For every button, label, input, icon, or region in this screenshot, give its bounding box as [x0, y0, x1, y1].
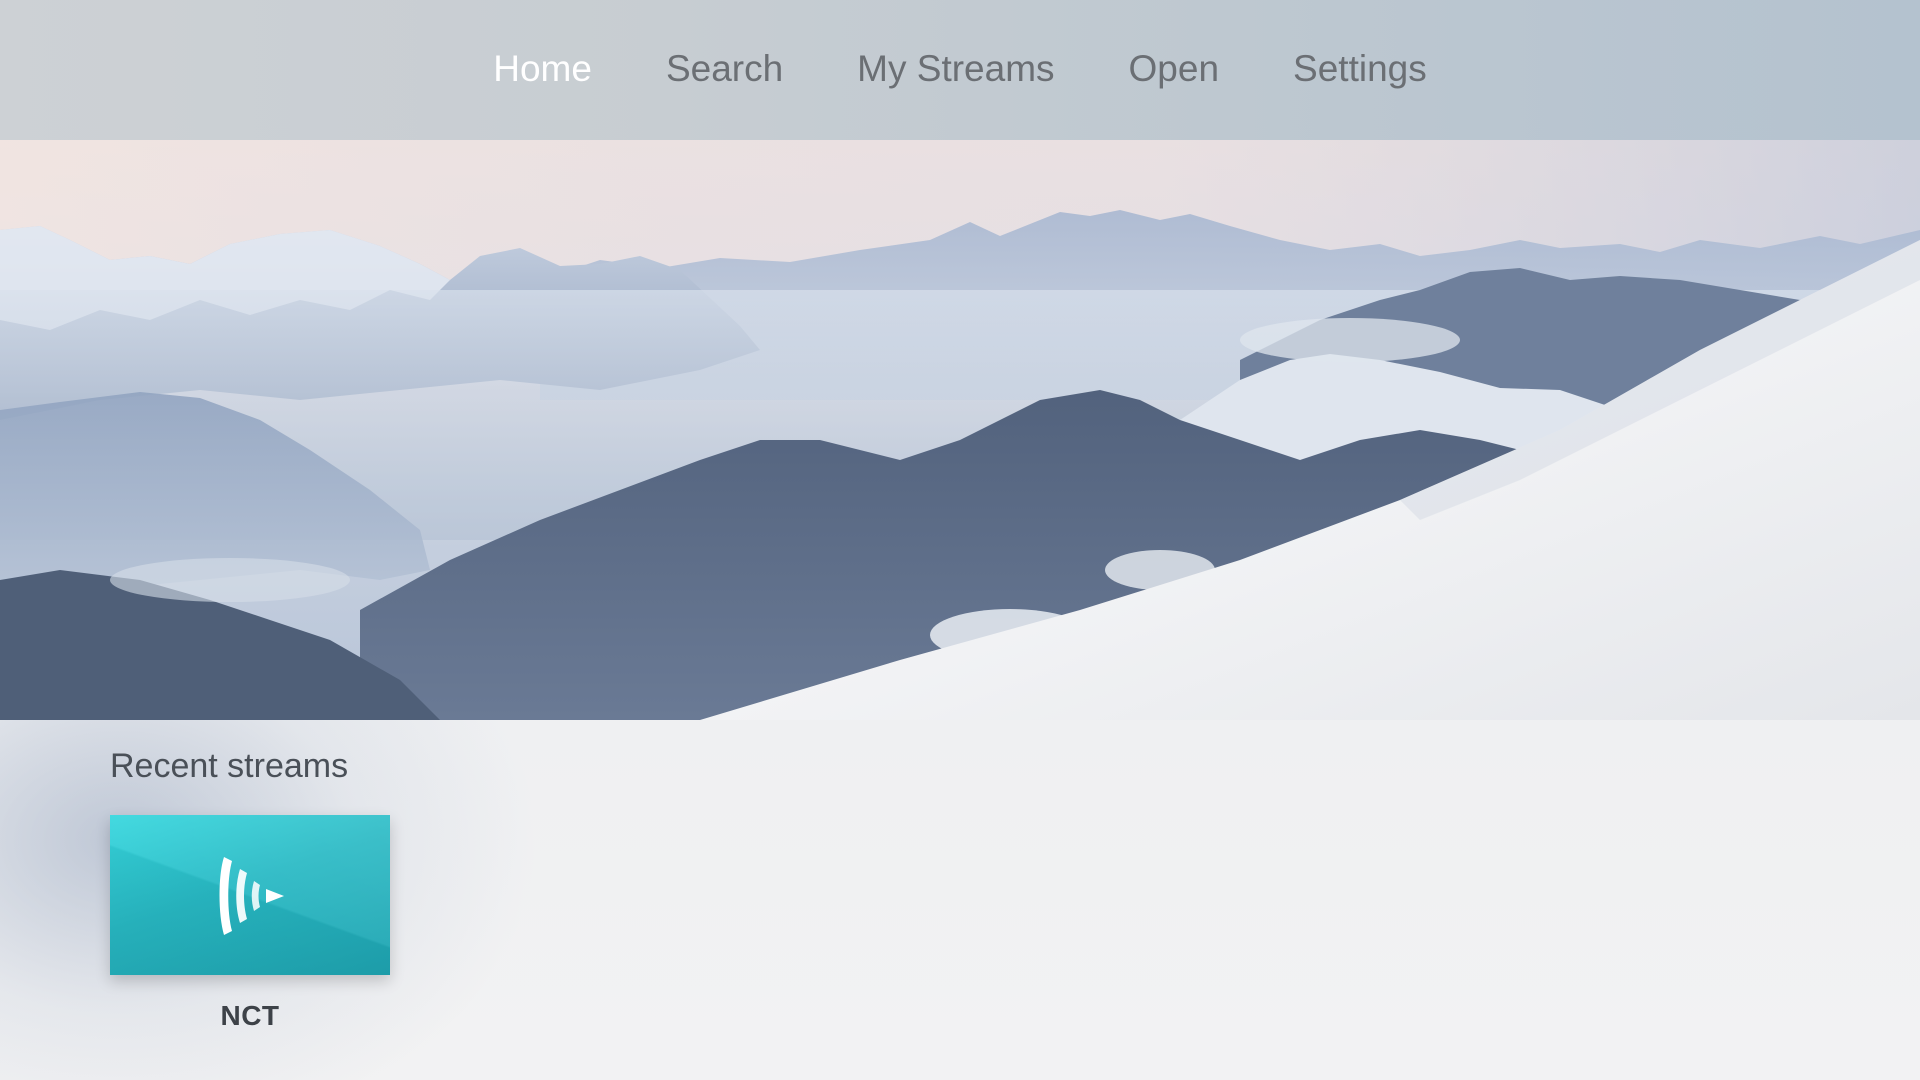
mountain-landscape [0, 140, 1920, 720]
recent-streams-heading: Recent streams [110, 747, 349, 785]
stream-tile-label: NCT [220, 1000, 280, 1031]
stream-tile-nct[interactable] [110, 815, 390, 975]
nav-item-settings[interactable]: Settings [1256, 48, 1464, 90]
hero-banner-image [0, 140, 1920, 720]
nav-item-my-streams[interactable]: My Streams [820, 48, 1091, 90]
nav-item-search[interactable]: Search [629, 48, 820, 90]
nav-item-home[interactable]: Home [456, 48, 629, 90]
nav-item-open[interactable]: Open [1092, 48, 1257, 90]
top-navigation: Home Search My Streams Open Settings [0, 0, 1920, 140]
stream-play-icon [219, 857, 284, 935]
